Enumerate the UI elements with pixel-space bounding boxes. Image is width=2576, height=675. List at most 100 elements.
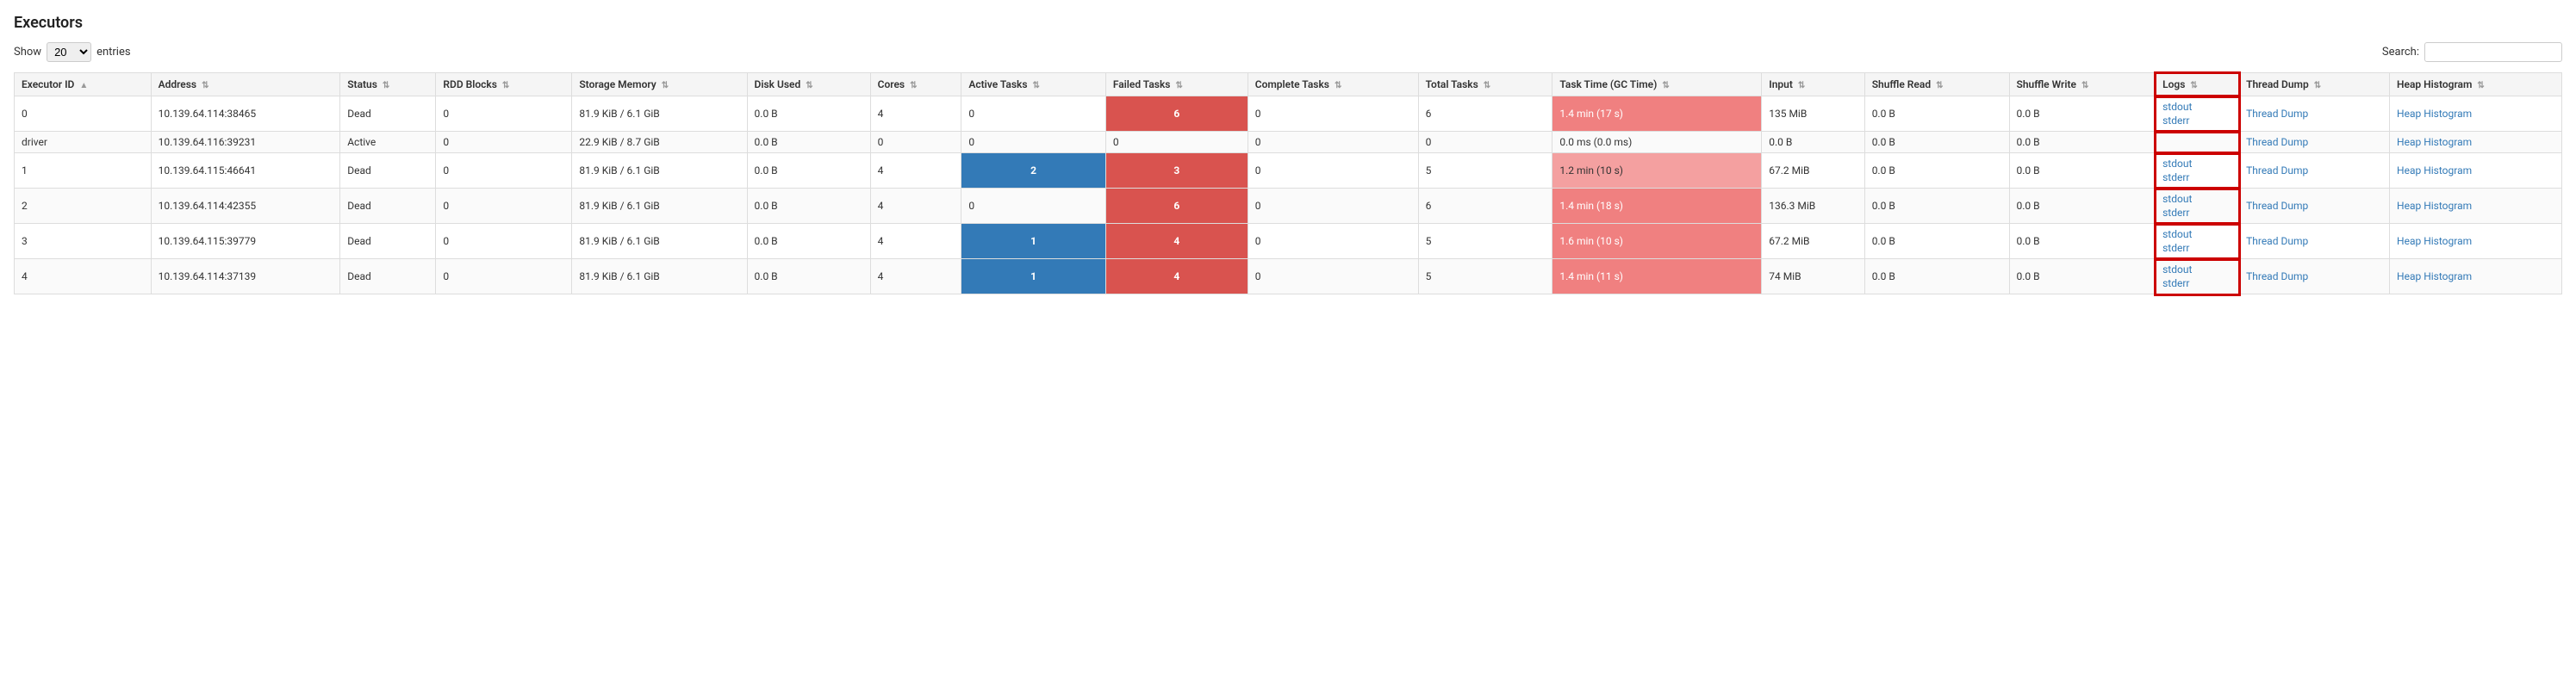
address-cell: 10.139.64.114:42355 [159, 200, 257, 212]
thread-dump-link[interactable]: Thread Dump [2246, 235, 2308, 247]
logs-cell: stdoutstderr [2156, 153, 2239, 189]
col-header-heap-histogram[interactable]: Heap Histogram ⇅ [2390, 73, 2562, 96]
col-header-cores[interactable]: Cores ⇅ [870, 73, 961, 96]
thread-dump-link[interactable]: Thread Dump [2246, 164, 2308, 176]
active-tasks-cell: 2 [1030, 164, 1036, 176]
total-tasks-cell: 5 [1426, 235, 1432, 247]
executor-id-cell: 4 [22, 270, 28, 282]
disk-used-cell: 0.0 B [755, 108, 778, 120]
col-header-total-tasks[interactable]: Total Tasks ⇅ [1418, 73, 1552, 96]
input-cell: 0.0 B [1769, 136, 1792, 148]
address-cell: 10.139.64.115:39779 [159, 235, 257, 247]
table-row: 010.139.64.114:38465Dead081.9 KiB / 6.1 … [15, 96, 2562, 132]
input-cell: 74 MiB [1769, 270, 1801, 282]
log-link-stdout[interactable]: stdout [2162, 228, 2231, 240]
thread-dump-link[interactable]: Thread Dump [2246, 136, 2308, 148]
cores-cell: 4 [878, 164, 884, 176]
rdd-blocks-cell: 0 [443, 136, 449, 148]
col-header-logs[interactable]: Logs ⇅ [2156, 73, 2239, 96]
cores-cell: 4 [878, 270, 884, 282]
log-link-stderr[interactable]: stderr [2162, 115, 2231, 127]
rdd-blocks-cell: 0 [443, 235, 449, 247]
col-header-thread-dump[interactable]: Thread Dump ⇅ [2239, 73, 2390, 96]
status-cell: Active [347, 136, 376, 148]
cores-cell: 4 [878, 235, 884, 247]
heap-histogram-link[interactable]: Heap Histogram [2397, 235, 2472, 247]
col-header-storage-memory[interactable]: Storage Memory ⇅ [572, 73, 747, 96]
heap-histogram-link[interactable]: Heap Histogram [2397, 136, 2472, 148]
col-header-rdd-blocks[interactable]: RDD Blocks ⇅ [436, 73, 572, 96]
log-link-stdout[interactable]: stdout [2162, 193, 2231, 205]
failed-tasks-cell: 4 [1173, 235, 1179, 247]
log-link-stderr[interactable]: stderr [2162, 242, 2231, 254]
sort-icon-shuffle-write: ⇅ [2081, 81, 2088, 90]
col-header-executor-id[interactable]: Executor ID ▲ [15, 73, 152, 96]
col-header-address[interactable]: Address ⇅ [151, 73, 340, 96]
col-header-disk-used[interactable]: Disk Used ⇅ [747, 73, 870, 96]
thread-dump-link[interactable]: Thread Dump [2246, 200, 2308, 212]
col-header-shuffle-write[interactable]: Shuffle Write ⇅ [2009, 73, 2156, 96]
disk-used-cell: 0.0 B [755, 136, 778, 148]
task-time-cell: 1.2 min (10 s) [1559, 164, 1623, 176]
task-time-cell: 0.0 ms (0.0 ms) [1559, 136, 1632, 148]
sort-icon-active-tasks: ⇅ [1033, 81, 1040, 90]
status-cell: Dead [347, 108, 371, 120]
heap-histogram-link[interactable]: Heap Histogram [2397, 200, 2472, 212]
status-cell: Dead [347, 235, 371, 247]
sort-icon-thread-dump: ⇅ [2314, 81, 2321, 90]
sort-icon-complete-tasks: ⇅ [1335, 81, 1341, 90]
shuffle-read-cell: 0.0 B [1872, 136, 1895, 148]
disk-used-cell: 0.0 B [755, 270, 778, 282]
entries-select[interactable]: 10 20 50 100 [47, 42, 91, 62]
sort-icon-storage-memory: ⇅ [662, 81, 669, 90]
shuffle-write-cell: 0.0 B [2017, 108, 2040, 120]
col-header-input[interactable]: Input ⇅ [1762, 73, 1864, 96]
storage-memory-cell: 22.9 KiB / 8.7 GiB [579, 136, 659, 148]
thread-dump-link[interactable]: Thread Dump [2246, 270, 2308, 282]
heap-histogram-link[interactable]: Heap Histogram [2397, 108, 2472, 120]
log-link-stderr[interactable]: stderr [2162, 207, 2231, 219]
table-row: 110.139.64.115:46641Dead081.9 KiB / 6.1 … [15, 153, 2562, 189]
sort-icon-failed-tasks: ⇅ [1175, 81, 1182, 90]
heap-histogram-cell: Heap Histogram [2390, 153, 2562, 189]
address-cell: 10.139.64.115:46641 [159, 164, 257, 176]
col-header-task-time[interactable]: Task Time (GC Time) ⇅ [1552, 73, 1762, 96]
heap-histogram-cell: Heap Histogram [2390, 132, 2562, 153]
disk-used-cell: 0.0 B [755, 235, 778, 247]
heap-histogram-link[interactable]: Heap Histogram [2397, 164, 2472, 176]
log-link-stderr[interactable]: stderr [2162, 277, 2231, 289]
sort-icon-heap-histogram: ⇅ [2477, 81, 2484, 90]
log-link-stdout[interactable]: stdout [2162, 263, 2231, 276]
sort-icon-executor-id: ▲ [79, 81, 88, 90]
heap-histogram-cell: Heap Histogram [2390, 224, 2562, 259]
search-input[interactable] [2424, 42, 2562, 62]
show-entries-control: Show 10 20 50 100 entries [14, 42, 131, 62]
log-link-stderr[interactable]: stderr [2162, 171, 2231, 183]
total-tasks-cell: 5 [1426, 164, 1432, 176]
disk-used-cell: 0.0 B [755, 164, 778, 176]
rdd-blocks-cell: 0 [443, 270, 449, 282]
rdd-blocks-cell: 0 [443, 200, 449, 212]
shuffle-write-cell: 0.0 B [2017, 235, 2040, 247]
thread-dump-cell: Thread Dump [2239, 96, 2390, 132]
heap-histogram-link[interactable]: Heap Histogram [2397, 270, 2472, 282]
thread-dump-cell: Thread Dump [2239, 153, 2390, 189]
log-link-stdout[interactable]: stdout [2162, 158, 2231, 170]
col-header-status[interactable]: Status ⇅ [340, 73, 436, 96]
col-header-active-tasks[interactable]: Active Tasks ⇅ [961, 73, 1105, 96]
status-cell: Dead [347, 200, 371, 212]
active-tasks-cell: 0 [968, 108, 974, 120]
active-tasks-cell: 1 [1030, 270, 1036, 282]
log-link-stdout[interactable]: stdout [2162, 101, 2231, 113]
col-header-failed-tasks[interactable]: Failed Tasks ⇅ [1105, 73, 1248, 96]
thread-dump-cell: Thread Dump [2239, 259, 2390, 294]
col-header-shuffle-read[interactable]: Shuffle Read ⇅ [1864, 73, 2009, 96]
logs-cell: stdout stderr [2156, 224, 2239, 259]
shuffle-write-cell: 0.0 B [2017, 200, 2040, 212]
col-header-complete-tasks[interactable]: Complete Tasks ⇅ [1248, 73, 1418, 96]
failed-tasks-cell: 6 [1173, 108, 1179, 120]
thread-dump-link[interactable]: Thread Dump [2246, 108, 2308, 120]
complete-tasks-cell: 0 [1255, 164, 1261, 176]
input-cell: 67.2 MiB [1769, 235, 1809, 247]
sort-icon-task-time: ⇅ [1662, 81, 1669, 90]
